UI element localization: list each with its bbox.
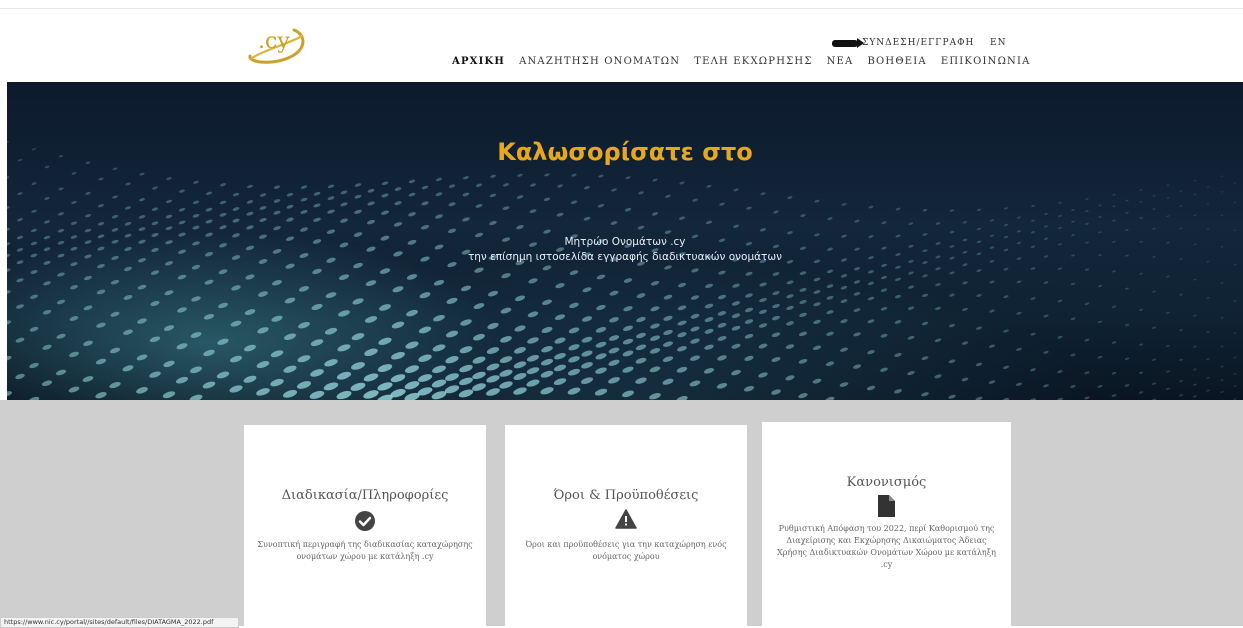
card-regulation[interactable]: Κανονισμός Ρυθμιστική Απόφαση του 2022, …: [762, 422, 1011, 626]
browser-status-url: https://www.nic.cy/portal//sites/default…: [0, 617, 239, 628]
card-title: Όροι & Προϋποθέσεις: [553, 488, 699, 503]
language-switch-en[interactable]: EN: [990, 38, 1006, 48]
nav-item-help[interactable]: ΒΟΗΘΕΙΑ: [867, 56, 926, 67]
card-title: Κανονισμός: [846, 475, 927, 490]
card-terms-conditions[interactable]: Όροι & Προϋποθέσεις Όροι και προϋποθέσει…: [505, 425, 747, 626]
nav-item-fees[interactable]: ΤΕΛΗ ΕΚΧΩΡΗΣΗΣ: [694, 56, 812, 67]
login-label: ΣΥΝΔΕΣΗ/ΕΓΓΡΑΦΗ: [862, 38, 975, 48]
card-title: Διαδικασία/Πληροφορίες: [281, 488, 449, 503]
hero-banner: Καλωσορίσατε στο Μητρώο Ονομάτων .cy την…: [7, 82, 1243, 400]
warning-icon: [615, 509, 637, 529]
hero-title: Καλωσορίσατε στο: [497, 138, 753, 166]
document-icon: [878, 495, 895, 517]
card-description: Συνοπτική περιγραφή της διαδικασίας κατα…: [257, 540, 473, 561]
check-circle-icon: [355, 511, 375, 531]
main-nav: ΑΡΧΙΚΗ ΑΝΑΖΗΤΗΣΗ ΟΝΟΜΑΤΩΝ ΤΕΛΗ ΕΚΧΩΡΗΣΗΣ…: [452, 56, 1031, 67]
nav-item-contact[interactable]: ΕΠΙΚΟΙΝΩΝΙΑ: [941, 56, 1031, 67]
site-header: [0, 9, 1243, 81]
nav-item-home[interactable]: ΑΡΧΙΚΗ: [452, 56, 505, 67]
logo-text: .cy: [258, 29, 290, 54]
nav-item-news[interactable]: ΝΕΑ: [827, 56, 854, 67]
hero-subtitle-line2: την επίσημη ιστοσελίδα εγγραφής διαδικτυ…: [467, 251, 783, 263]
login-register-link[interactable]: ΣΥΝΔΕΣΗ/ΕΓΓΡΑΦΗ: [832, 37, 975, 48]
arrow-icon: [832, 37, 864, 48]
card-description: Ρυθμιστική Απόφαση του 2022, περί Καθορι…: [777, 524, 996, 569]
card-process-info[interactable]: Διαδικασία/Πληροφορίες Συνοπτική περιγρα…: [244, 425, 486, 626]
hero-subtitle-line1: Μητρώο Ονομάτων .cy: [564, 236, 686, 248]
nav-item-name-search[interactable]: ΑΝΑΖΗΤΗΣΗ ΟΝΟΜΑΤΩΝ: [519, 56, 680, 67]
cy-logo[interactable]: .cy: [244, 22, 306, 66]
card-description: Όροι και προϋποθέσεις για την καταχώρηση…: [525, 540, 727, 561]
